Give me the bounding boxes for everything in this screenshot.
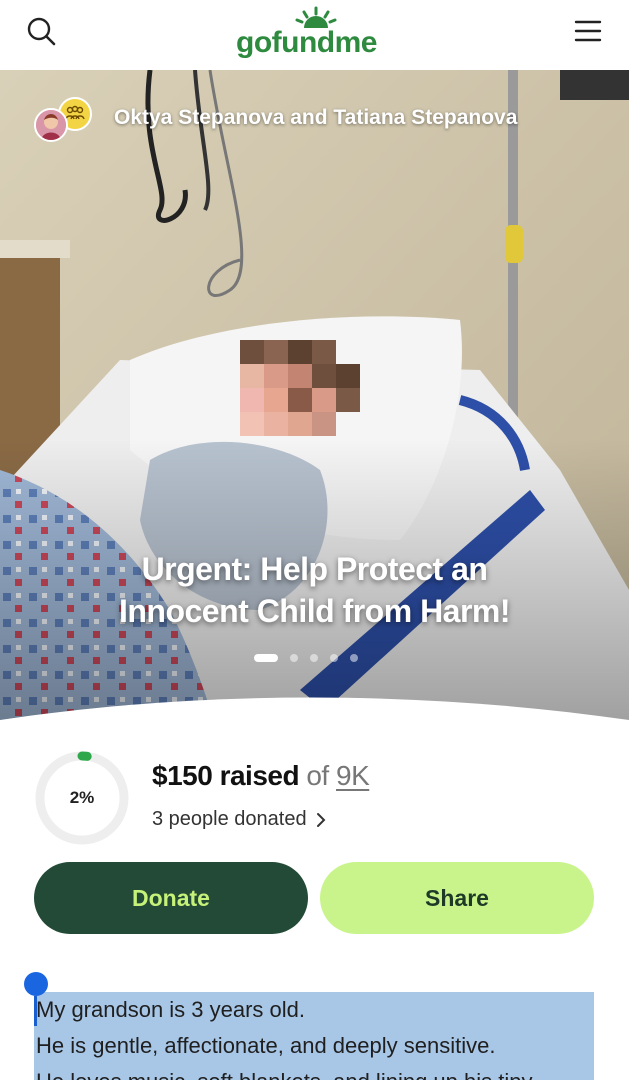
carousel-dot-active[interactable] — [254, 654, 278, 662]
search-icon[interactable] — [22, 12, 62, 52]
logo-text: gofundme — [236, 26, 377, 59]
campaign-story[interactable]: My grandson is 3 years old. He is gentle… — [34, 992, 594, 1080]
progress-percent: 2% — [69, 788, 95, 807]
raised-amount: $150 raised — [152, 760, 300, 791]
hero-carousel[interactable]: Oktya Stepanova and Tatiana Stepanova Ur… — [0, 70, 629, 740]
story-line: He is gentle, affectionate, and deeply s… — [36, 1033, 496, 1058]
donate-button[interactable]: Donate — [34, 862, 308, 934]
selection-handle[interactable] — [24, 972, 48, 996]
carousel-indicators — [254, 654, 358, 662]
campaign-title-line-1: Urgent: Help Protect an — [141, 551, 488, 587]
story-line: He loves music, soft blankets, and linin… — [34, 1064, 594, 1080]
chevron-right-icon — [316, 812, 326, 827]
carousel-dot[interactable] — [330, 654, 338, 662]
organizer-avatar — [34, 108, 68, 142]
campaign-title: Urgent: Help Protect an Innocent Child f… — [0, 548, 629, 632]
hamburger-menu-icon[interactable] — [568, 12, 608, 52]
amount-raised: $150 raised of 9K — [152, 760, 370, 792]
hero-curve — [0, 697, 629, 740]
story-line: My grandson is 3 years old. — [36, 997, 306, 1022]
goal-amount[interactable]: 9K — [336, 760, 370, 791]
campaign-title-line-2: Innocent Child from Harm! — [118, 593, 511, 629]
carousel-dot[interactable] — [350, 654, 358, 662]
donor-count[interactable]: 3 people donated — [152, 808, 307, 831]
raised-of: of — [306, 760, 329, 791]
donor-count-link[interactable]: 3 people donated — [152, 808, 327, 831]
organizer-name[interactable]: Oktya Stepanova and Tatiana Stepanova — [114, 106, 517, 130]
carousel-dot[interactable] — [290, 654, 298, 662]
gofundme-logo[interactable]: gofundme — [236, 6, 396, 60]
logo-sun-icon — [295, 6, 337, 28]
share-button[interactable]: Share — [320, 862, 594, 934]
top-navigation-bar: gofundme — [0, 0, 629, 70]
carousel-dot[interactable] — [310, 654, 318, 662]
selection-cursor — [34, 996, 37, 1026]
organizer[interactable]: Oktya Stepanova and Tatiana Stepanova — [34, 94, 517, 142]
